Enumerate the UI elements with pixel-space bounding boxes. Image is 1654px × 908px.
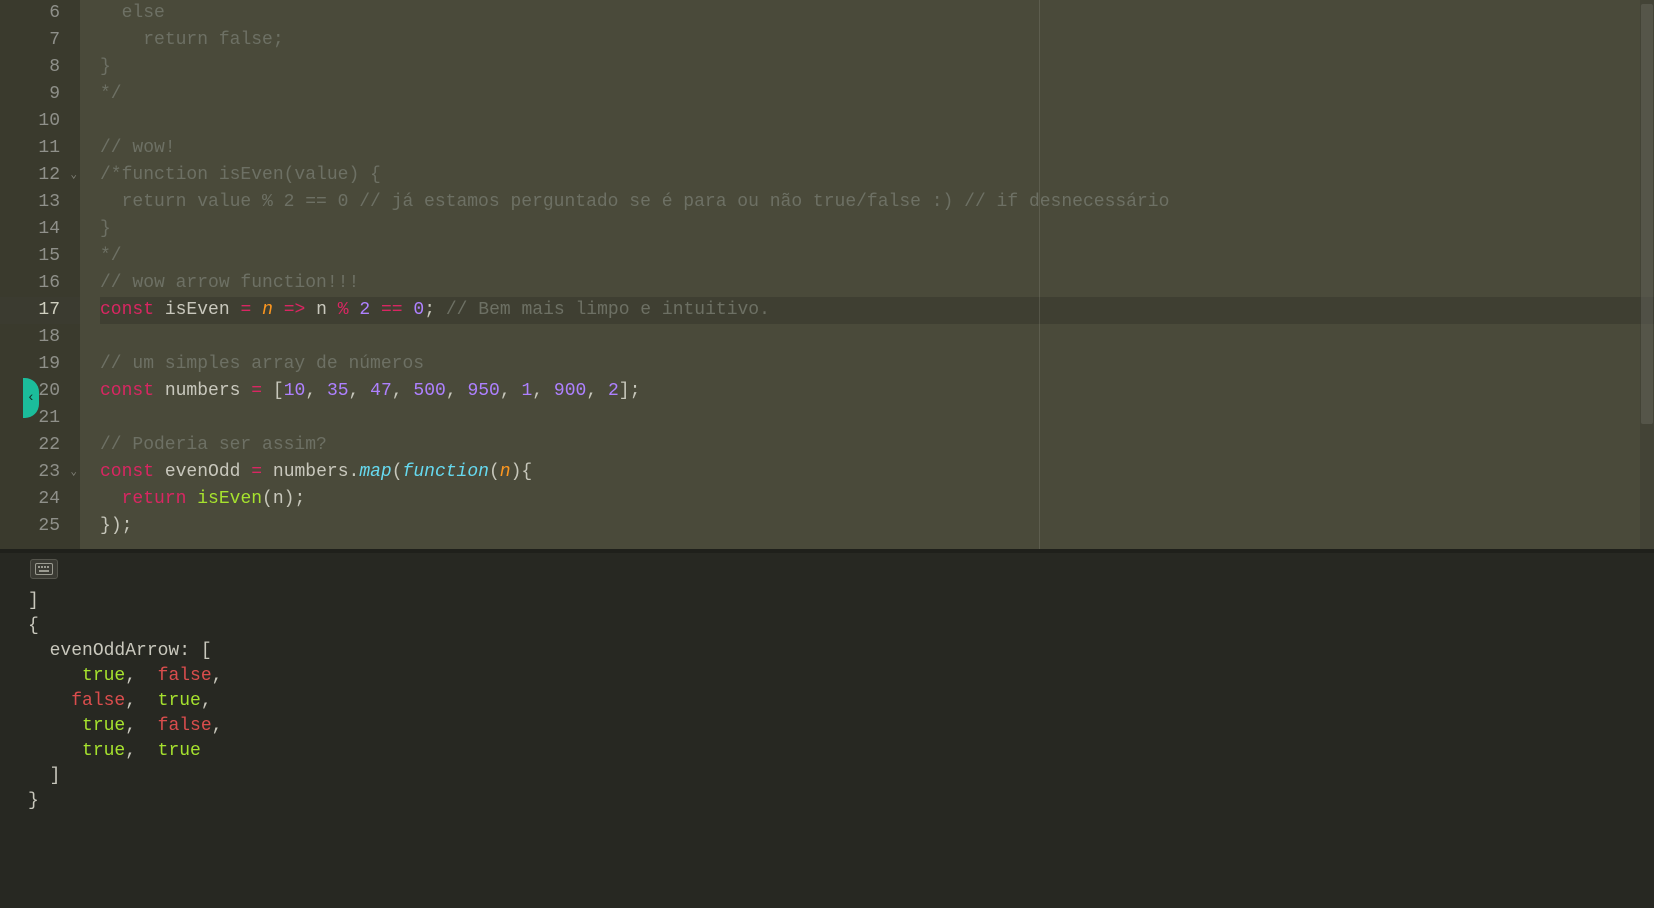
- editor-scrollbar-thumb[interactable]: [1641, 4, 1653, 424]
- console-output: ]{ evenOddArrow: [ true, false, false, t…: [0, 587, 1654, 814]
- console-line: evenOddArrow: [: [28, 639, 1654, 664]
- line-number[interactable]: 10: [0, 108, 80, 135]
- code-line[interactable]: // wow arrow function!!!: [100, 270, 1654, 297]
- code-line[interactable]: const numbers = [10, 35, 47, 500, 950, 1…: [100, 378, 1654, 405]
- code-line-current[interactable]: const isEven = n => n % 2 == 0; // Bem m…: [100, 297, 1654, 324]
- line-number[interactable]: 25: [0, 513, 80, 540]
- fold-toggle-icon[interactable]: ⌄: [70, 459, 77, 486]
- fold-toggle-icon[interactable]: ⌄: [70, 162, 77, 189]
- line-number[interactable]: 13: [0, 189, 80, 216]
- code-line[interactable]: // um simples array de números: [100, 351, 1654, 378]
- line-number[interactable]: 22: [0, 432, 80, 459]
- code-line[interactable]: // wow!: [100, 135, 1654, 162]
- editor-scrollbar[interactable]: [1640, 0, 1654, 549]
- line-number[interactable]: 9: [0, 81, 80, 108]
- line-number[interactable]: 21: [0, 405, 80, 432]
- line-number[interactable]: 11: [0, 135, 80, 162]
- code-line[interactable]: [100, 324, 1654, 351]
- line-number[interactable]: 23⌄: [0, 459, 80, 486]
- console-toolbar: [0, 559, 1654, 587]
- code-editor-pane[interactable]: 6789101112⌄1314151617181920212223⌄2425 e…: [0, 0, 1654, 549]
- code-line[interactable]: */: [100, 81, 1654, 108]
- line-number[interactable]: 15: [0, 243, 80, 270]
- line-number[interactable]: 16: [0, 270, 80, 297]
- console-line: true, false,: [28, 664, 1654, 689]
- console-line: {: [28, 614, 1654, 639]
- code-line[interactable]: const evenOdd = numbers.map(function(n){: [100, 459, 1654, 486]
- line-number[interactable]: 14: [0, 216, 80, 243]
- console-line: }: [28, 789, 1654, 814]
- line-number[interactable]: 24: [0, 486, 80, 513]
- code-line[interactable]: */: [100, 243, 1654, 270]
- console-line: true, true: [28, 739, 1654, 764]
- console-output-pane[interactable]: ]{ evenOddArrow: [ true, false, false, t…: [0, 553, 1654, 908]
- code-line[interactable]: return false;: [100, 27, 1654, 54]
- console-line: ]: [28, 589, 1654, 614]
- console-line: false, true,: [28, 689, 1654, 714]
- code-line[interactable]: }: [100, 54, 1654, 81]
- line-number[interactable]: 19: [0, 351, 80, 378]
- code-line[interactable]: return isEven(n);: [100, 486, 1654, 513]
- console-line: ]: [28, 764, 1654, 789]
- chevron-left-icon: ‹: [27, 390, 35, 406]
- line-number[interactable]: 7: [0, 27, 80, 54]
- code-line[interactable]: });: [100, 513, 1654, 540]
- code-line[interactable]: // Poderia ser assim?: [100, 432, 1654, 459]
- line-number-gutter[interactable]: 6789101112⌄1314151617181920212223⌄2425: [0, 0, 80, 549]
- editor-container: 6789101112⌄1314151617181920212223⌄2425 e…: [0, 0, 1654, 908]
- code-line[interactable]: return value % 2 == 0 // já estamos perg…: [100, 189, 1654, 216]
- console-line: true, false,: [28, 714, 1654, 739]
- code-line[interactable]: }: [100, 216, 1654, 243]
- code-content[interactable]: else return false; } */ // wow! /*functi…: [80, 0, 1654, 549]
- code-line[interactable]: else: [100, 0, 1654, 27]
- line-number[interactable]: 17: [0, 297, 80, 324]
- line-number[interactable]: 20: [0, 378, 80, 405]
- line-number[interactable]: 6: [0, 0, 80, 27]
- column-ruler: [1039, 0, 1040, 549]
- line-number[interactable]: 8: [0, 54, 80, 81]
- line-number[interactable]: 12⌄: [0, 162, 80, 189]
- keyboard-icon[interactable]: [30, 559, 58, 579]
- code-line[interactable]: /*function isEven(value) {: [100, 162, 1654, 189]
- code-line[interactable]: [100, 405, 1654, 432]
- line-number[interactable]: 18: [0, 324, 80, 351]
- code-line[interactable]: [100, 108, 1654, 135]
